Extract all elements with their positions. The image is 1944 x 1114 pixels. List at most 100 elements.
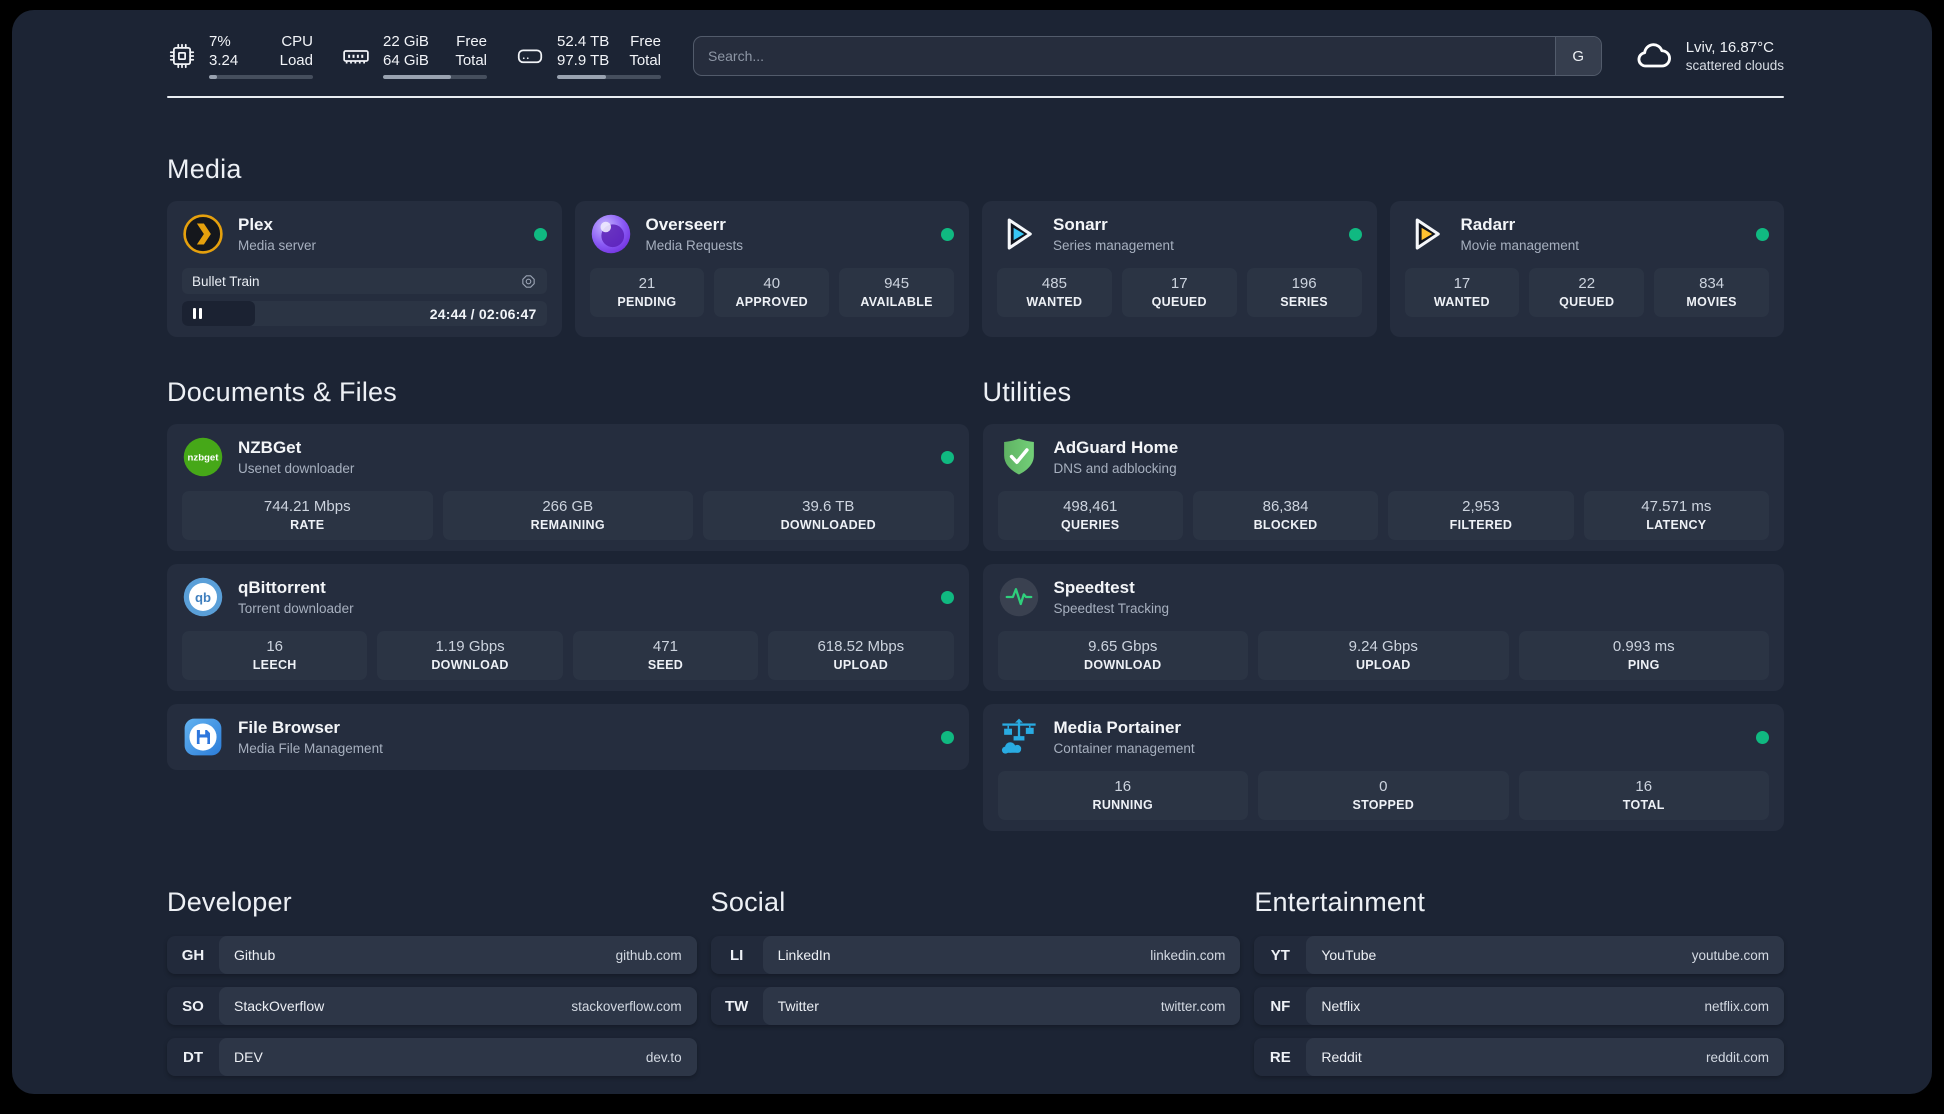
stat-box: 9.24 Gbps UPLOAD	[1258, 631, 1509, 680]
app-title: qBittorrent	[238, 578, 326, 598]
stat-value: 16	[266, 638, 284, 655]
stat-label: TOTAL	[1622, 798, 1665, 812]
stat-value-bottom: 3.24	[209, 51, 239, 69]
stat-box: 86,384 BLOCKED	[1192, 491, 1379, 540]
stat-label: QUEUED	[1151, 295, 1207, 309]
stat-label: MOVIES	[1686, 295, 1737, 309]
stat-box: 0.993 ms PING	[1518, 631, 1769, 680]
bookmark-list: GH Github github.com SO StackOverflow st…	[167, 936, 697, 1076]
status-dot	[940, 590, 954, 604]
bookmark-url: stackoverflow.com	[571, 998, 682, 1014]
section-title-media: Media	[167, 154, 242, 184]
stat-value: 196	[1291, 275, 1317, 292]
stat-box: 47.571 ms LATENCY	[1583, 491, 1769, 540]
app-subtitle: Speedtest Tracking	[1053, 600, 1170, 616]
stat-box: 21 PENDING	[589, 268, 705, 317]
status-dot	[940, 450, 954, 464]
stat-value: 9.24 Gbps	[1348, 638, 1418, 655]
app-card-sonarr[interactable]: Sonarr Series management 485 WANTED 17 Q…	[982, 201, 1377, 337]
bookmark-sections: Developer GH Github github.com SO StackO…	[167, 887, 1784, 1076]
bookmark-github[interactable]: GH Github github.com	[167, 936, 697, 974]
stat-value: 266 GB	[542, 498, 594, 515]
stat-value: 40	[763, 275, 781, 292]
playback-session-icon	[520, 273, 537, 290]
app-card-qbittorrent[interactable]: qb qBittorrent Torrent downloader 16 LEE…	[167, 564, 969, 691]
now-playing-title: Bullet Train	[192, 273, 260, 289]
stat-label: REMAINING	[530, 518, 605, 532]
stat-label-bottom: Total	[455, 51, 487, 69]
bookmark-name: StackOverflow	[234, 998, 325, 1014]
stat-label: UPLOAD	[833, 658, 889, 672]
status-dot	[1756, 227, 1769, 241]
bookmark-abbr: YT	[1270, 946, 1290, 964]
stat-label: WANTED	[1433, 295, 1490, 309]
playback-elapsed-fill	[182, 301, 255, 326]
app-card-file-browser[interactable]: File Browser Media File Management	[167, 704, 969, 770]
app-card-radarr[interactable]: Radarr Movie management 17 WANTED 22 QUE…	[1389, 201, 1784, 337]
bookmark-reddit[interactable]: RE Reddit reddit.com	[1254, 1038, 1784, 1076]
disk-icon	[515, 41, 545, 71]
stat-value: 1.19 Gbps	[435, 638, 505, 655]
bookmark-name: Reddit	[1321, 1049, 1362, 1065]
bookmark-netflix[interactable]: NF Netflix netflix.com	[1254, 987, 1784, 1025]
svg-text:qb: qb	[195, 590, 211, 605]
app-subtitle: Media server	[238, 237, 317, 253]
app-subtitle: Media File Management	[238, 740, 383, 756]
bookmark-stackoverflow[interactable]: SO StackOverflow stackoverflow.com	[167, 987, 697, 1025]
bookmark-linkedin[interactable]: LI LinkedIn linkedin.com	[710, 936, 1241, 974]
stat-value: 0.993 ms	[1612, 638, 1675, 655]
media-card-grid: Plex Media server Bullet Train 24:44 / 0…	[167, 201, 1784, 337]
app-card-nzbget[interactable]: nzbget NZBGet Usenet downloader 744.21 M…	[167, 424, 969, 551]
stat-label-top: CPU	[281, 32, 313, 50]
adguard-icon	[998, 436, 1040, 478]
app-subtitle: Usenet downloader	[238, 460, 355, 476]
utilities-card-stack: AdGuard Home DNS and adblocking 498,461 …	[982, 424, 1784, 831]
bookmark-youtube[interactable]: YT YouTube youtube.com	[1254, 936, 1784, 974]
system-stat-cpu: 7% 3.24 CPU Load	[167, 33, 313, 80]
stat-label: AVAILABLE	[860, 295, 933, 309]
app-card-overseerr[interactable]: Overseerr Media Requests 21 PENDING 40 A…	[574, 201, 969, 337]
section-documents: Documents & Files nzbget NZBGet Usenet d…	[167, 377, 969, 831]
stat-label: LATENCY	[1646, 518, 1707, 532]
bookmark-url: netflix.com	[1704, 998, 1769, 1014]
app-card-adguard-home[interactable]: AdGuard Home DNS and adblocking 498,461 …	[982, 424, 1784, 551]
overseerr-icon	[590, 213, 632, 255]
stat-box: 485 WANTED	[997, 268, 1112, 317]
stat-label: RUNNING	[1092, 798, 1153, 812]
app-card-speedtest[interactable]: Speedtest Speedtest Tracking 9.65 Gbps D…	[982, 564, 1784, 691]
system-stat-memory: 22 GiB 64 GiB Free Total	[341, 33, 487, 80]
bookmark-group-social: Social LI LinkedIn linkedin.com TW Twitt…	[710, 887, 1241, 1076]
stat-label-top: Free	[456, 32, 487, 50]
search-input[interactable]	[693, 36, 1602, 76]
usage-bar	[383, 75, 487, 80]
bookmark-abbr: GH	[181, 946, 205, 964]
stat-label: APPROVED	[735, 295, 809, 309]
bookmark-list: LI LinkedIn linkedin.com TW Twitter twit…	[710, 936, 1241, 1025]
top-bar: 7% 3.24 CPU Load 22 GiB 64 GiB Free Tota…	[167, 30, 1784, 82]
app-card-plex[interactable]: Plex Media server Bullet Train 24:44 / 0…	[167, 201, 562, 337]
system-stat-storage: 52.4 TB 97.9 TB Free Total	[515, 33, 661, 80]
search-engine-button[interactable]: G	[1554, 37, 1601, 75]
bookmark-abbr: LI	[729, 946, 744, 964]
usage-bar-fill	[557, 75, 606, 80]
cloud-icon	[1634, 36, 1674, 76]
stat-value: 17	[1453, 275, 1471, 292]
app-card-media-portainer[interactable]: Media Portainer Container management 16 …	[982, 704, 1784, 831]
sonarr-icon	[997, 213, 1039, 255]
stat-value: 744.21 Mbps	[263, 498, 351, 515]
app-title: Sonarr	[1053, 215, 1108, 235]
pause-icon	[193, 308, 202, 319]
nzbget-icon: nzbget	[182, 436, 224, 478]
section-media: Media Plex Media server Bullet Train 24:…	[167, 154, 1784, 337]
stat-box: 0 STOPPED	[1258, 771, 1509, 820]
stat-box: 17 QUEUED	[1121, 268, 1237, 317]
stat-value: 22	[1578, 275, 1596, 292]
app-title: Media Portainer	[1053, 718, 1182, 738]
qbittorrent-icon: qb	[182, 576, 224, 618]
bookmark-dev[interactable]: DT DEV dev.to	[167, 1038, 697, 1076]
usage-bar-fill	[209, 75, 218, 80]
app-subtitle: Container management	[1053, 740, 1195, 756]
bookmark-twitter[interactable]: TW Twitter twitter.com	[710, 987, 1241, 1025]
stat-label: PING	[1627, 658, 1660, 672]
stat-label: QUEUED	[1559, 295, 1615, 309]
